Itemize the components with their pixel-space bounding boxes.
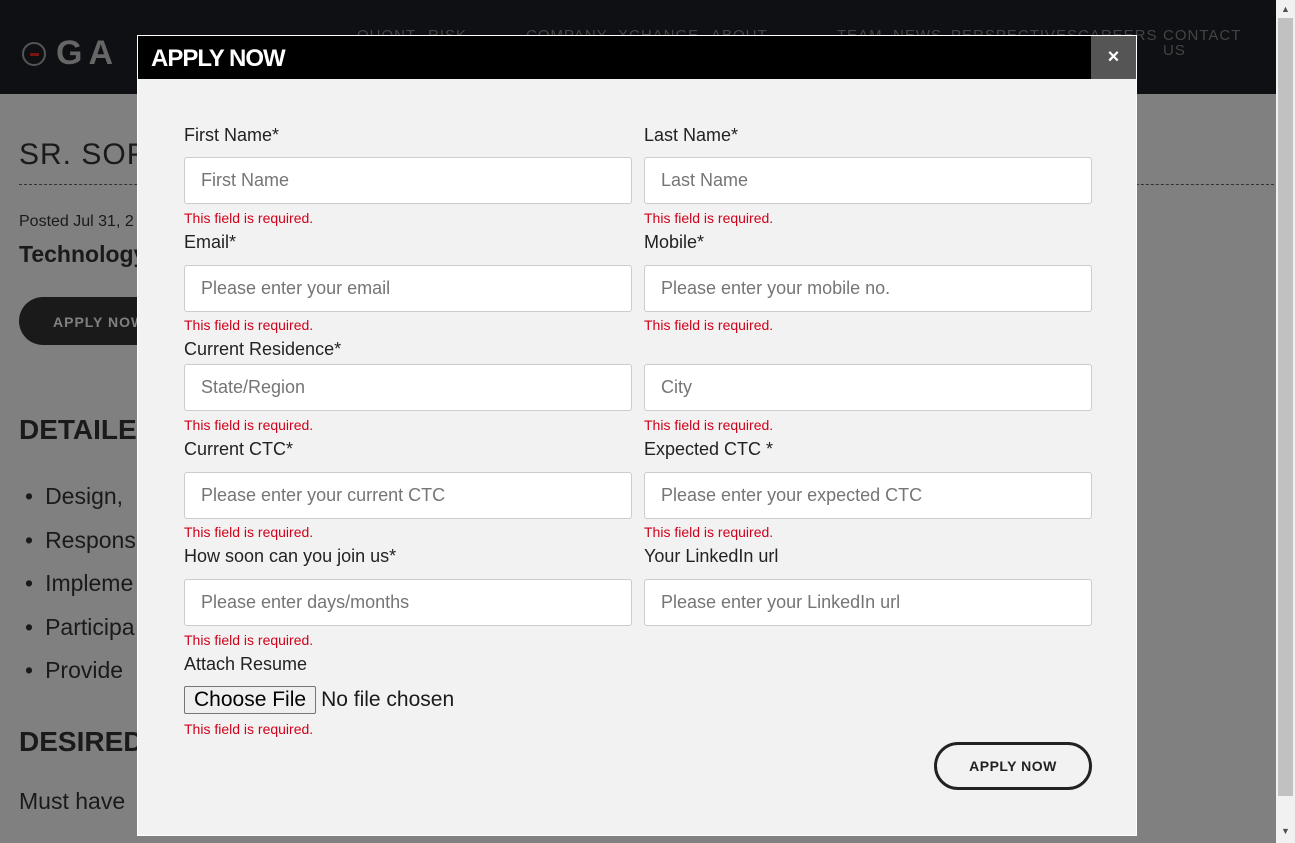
mobile-label: Mobile* <box>644 232 705 252</box>
city-input[interactable] <box>644 364 1092 411</box>
state-input[interactable] <box>184 364 632 411</box>
state-error: This field is required. <box>184 417 314 433</box>
file-status: No file chosen <box>321 688 455 711</box>
city-error: This field is required. <box>644 417 774 433</box>
responsibilities-list: Design, Respons Impleme Participa Provid… <box>25 475 136 693</box>
close-button[interactable]: × <box>1091 36 1136 79</box>
residence-label: Current Residence* <box>184 339 342 359</box>
department: Technology <box>19 241 147 267</box>
posted-date: Posted Jul 31, 2 <box>19 213 134 230</box>
scroll-down-icon[interactable]: ▼ <box>1281 826 1290 836</box>
first-name-label: First Name* <box>184 125 280 145</box>
first-name-error: This field is required. <box>184 210 314 226</box>
current-ctc-error: This field is required. <box>184 524 314 540</box>
resume-error: This field is required. <box>184 721 314 737</box>
last-name-error: This field is required. <box>644 210 774 226</box>
choose-file-button[interactable]: Choose File <box>184 686 317 714</box>
linkedin-label: Your LinkedIn url <box>644 546 779 566</box>
email-error: This field is required. <box>184 317 314 333</box>
resume-label: Attach Resume <box>184 654 308 674</box>
expected-ctc-error: This field is required. <box>644 524 774 540</box>
list-item: Design, <box>25 475 136 519</box>
list-item: Participa <box>25 606 136 650</box>
last-name-input[interactable] <box>644 157 1092 204</box>
nav-contact[interactable]: CONTACT US <box>1163 28 1243 58</box>
list-item: Provide <box>25 649 136 693</box>
current-ctc-input[interactable] <box>184 472 632 519</box>
list-item: Respons <box>25 519 136 563</box>
logo-icon <box>22 41 46 66</box>
modal-title: APPLY NOW <box>151 45 286 72</box>
join-input[interactable] <box>184 579 632 626</box>
mobile-input[interactable] <box>644 265 1092 312</box>
apply-now-submit-button[interactable]: APPLY NOW <box>934 742 1092 790</box>
linkedin-input[interactable] <box>644 579 1092 626</box>
apply-modal: APPLY NOW × First Name* This field is re… <box>137 35 1137 836</box>
desired-text: Must have <box>19 788 126 814</box>
modal-header: APPLY NOW × <box>138 36 1136 79</box>
join-error: This field is required. <box>184 632 314 648</box>
scroll-up-icon[interactable]: ▲ <box>1281 4 1290 14</box>
current-ctc-label: Current CTC* <box>184 439 294 459</box>
expected-ctc-label: Expected CTC * <box>644 439 774 459</box>
resume-file-input[interactable]: Choose File No file chosen <box>184 686 454 714</box>
scrollbar[interactable]: ▲ ▼ <box>1276 0 1295 843</box>
mobile-error: This field is required. <box>644 317 774 333</box>
email-label: Email* <box>184 232 237 252</box>
expected-ctc-input[interactable] <box>644 472 1092 519</box>
desired-heading: DESIRED <box>19 726 144 757</box>
logo[interactable]: GA <box>22 34 119 73</box>
scrollbar-thumb[interactable] <box>1278 18 1293 796</box>
join-label: How soon can you join us* <box>184 546 397 566</box>
first-name-input[interactable] <box>184 157 632 204</box>
last-name-label: Last Name* <box>644 125 739 145</box>
email-input[interactable] <box>184 265 632 312</box>
list-item: Impleme <box>25 562 136 606</box>
